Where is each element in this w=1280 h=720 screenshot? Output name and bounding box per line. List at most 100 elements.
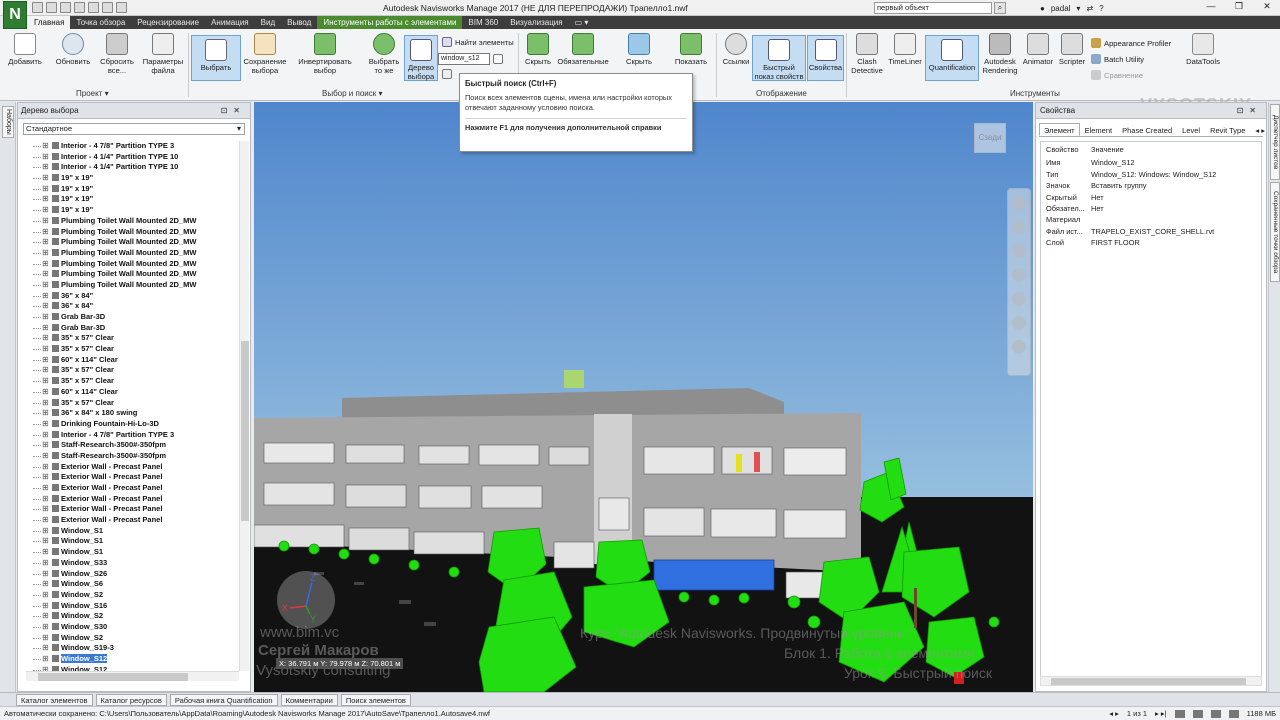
tree-item[interactable]: Window_S19-3: [26, 643, 238, 654]
redo-icon[interactable]: [102, 2, 113, 13]
links-button[interactable]: Ссылки: [719, 33, 753, 66]
tree-item[interactable]: Plumbing Toilet Wall Mounted 2D_MW: [26, 216, 238, 227]
tree-item[interactable]: Window_S26: [26, 569, 238, 580]
animator-button[interactable]: Animator: [1020, 33, 1056, 66]
tree-item[interactable]: 19" x 19": [26, 205, 238, 216]
datatools-button[interactable]: DataTools: [1183, 33, 1223, 66]
minimize-icon[interactable]: —: [1202, 1, 1220, 12]
undo-icon[interactable]: [88, 2, 99, 13]
quick-properties-button[interactable]: Быстрый показ свойств: [752, 35, 806, 81]
hide-unselected-button[interactable]: Скрыть: [620, 33, 658, 66]
tree-item[interactable]: 60" x 114" Clear: [26, 355, 238, 366]
tab-animation[interactable]: Анимация: [205, 16, 255, 29]
tree-item[interactable]: 35" x 57" Clear: [26, 344, 238, 355]
saved-viewpoints-tab[interactable]: Сохраненные точки обзора: [1270, 182, 1280, 282]
tree-item[interactable]: 36" x 84" x 180 swing: [26, 408, 238, 419]
tree-item[interactable]: Plumbing Toilet Wall Mounted 2D_MW: [26, 259, 238, 270]
tab-render[interactable]: Визуализация: [504, 16, 568, 29]
tab-item[interactable]: Элемент: [1039, 123, 1080, 136]
selection-tree-button[interactable]: Дерево выбора: [404, 35, 438, 81]
tree-item[interactable]: 60" x 114" Clear: [26, 387, 238, 398]
file-options-button[interactable]: Параметры файла: [140, 33, 186, 75]
tree-item[interactable]: Exterior Wall - Precast Panel: [26, 515, 238, 526]
sets-tab[interactable]: Наборы: [2, 106, 14, 138]
tree-item[interactable]: Exterior Wall - Precast Panel: [26, 483, 238, 494]
tree-item[interactable]: Staff-Research-3500#-350fpm: [26, 440, 238, 451]
property-row[interactable]: Тип Window_S12: Windows: Window_S12: [1041, 169, 1261, 180]
tree-item[interactable]: 36" x 84": [26, 291, 238, 302]
quick-find-input[interactable]: window_s12: [438, 53, 490, 65]
require-button[interactable]: Обязательные: [555, 33, 611, 66]
tree-horizontal-scrollbar[interactable]: [26, 671, 239, 681]
open-file-icon[interactable]: [46, 2, 57, 13]
tree-item[interactable]: Exterior Wall - Precast Panel: [26, 462, 238, 473]
walk-icon[interactable]: [1012, 316, 1026, 330]
tree-item[interactable]: Window_S33: [26, 558, 238, 569]
user-account[interactable]: ● padal ▾ ⇄ ?: [1040, 2, 1104, 14]
application-menu-button[interactable]: N: [3, 1, 27, 29]
tab-level[interactable]: Level: [1177, 123, 1205, 136]
viewcube[interactable]: Сзади: [974, 123, 1006, 153]
compare-button[interactable]: Сравнение: [1091, 70, 1143, 80]
property-row[interactable]: Материал: [1041, 214, 1261, 225]
tab-item-tools[interactable]: Инструменты работы с элементами: [317, 16, 463, 29]
tab-view[interactable]: Вид: [255, 16, 281, 29]
tab-revit-type[interactable]: Revit Type: [1205, 123, 1250, 136]
tree-item[interactable]: 35" x 57" Clear: [26, 333, 238, 344]
tree-mode-select[interactable]: Стандартное: [23, 123, 245, 135]
group-label-select-search[interactable]: Выбор и поиск ▾: [322, 89, 382, 98]
properties-button[interactable]: Свойства: [807, 35, 844, 81]
quick-find-options[interactable]: [442, 69, 452, 79]
tree-item[interactable]: Staff-Research-3500#-350fpm: [26, 451, 238, 462]
tab-find-items[interactable]: Поиск элементов: [340, 694, 411, 706]
close-icon[interactable]: ✕: [1258, 1, 1276, 12]
steering-wheel-icon[interactable]: [1012, 196, 1026, 210]
reset-all-button[interactable]: Сбросить все...: [96, 33, 138, 75]
orbit-icon[interactable]: [1012, 268, 1026, 282]
scrollbar-thumb[interactable]: [1051, 678, 1246, 685]
property-row[interactable]: Файл ист... TRAPELO_EXIST_CORE_SHELL.rvt: [1041, 226, 1261, 237]
help-search-input[interactable]: первый объект: [874, 2, 992, 14]
append-button[interactable]: Добавить: [6, 33, 44, 66]
print-icon[interactable]: [74, 2, 85, 13]
tree-item[interactable]: Window_S1: [26, 526, 238, 537]
search-icon[interactable]: ⌕: [994, 2, 1006, 14]
pin-icon[interactable]: ⊡: [221, 106, 234, 115]
tree-item[interactable]: Interior - 4 7/8" Partition TYPE 3: [26, 430, 238, 441]
tab-item-catalog[interactable]: Каталог элементов: [16, 694, 93, 706]
scripter-button[interactable]: Scripter: [1056, 33, 1088, 66]
new-file-icon[interactable]: [32, 2, 43, 13]
tree-item[interactable]: Interior - 4 7/8" Partition TYPE 3: [26, 141, 238, 152]
tab-bim360[interactable]: BIM 360: [462, 16, 504, 29]
hide-button[interactable]: Скрыть: [520, 33, 556, 66]
batch-utility-button[interactable]: Batch Utility: [1091, 54, 1144, 64]
find-items-button[interactable]: Найти элементы: [442, 37, 514, 47]
tree-item[interactable]: Grab Bar-3D: [26, 323, 238, 334]
properties-horizontal-scrollbar[interactable]: [1040, 676, 1262, 686]
scrollbar-thumb[interactable]: [38, 673, 188, 681]
refresh-button[interactable]: Обновить: [52, 33, 94, 66]
appearance-profiler-button[interactable]: Appearance Profiler: [1091, 38, 1171, 48]
ribbon-options-icon[interactable]: ▭ ▾: [569, 16, 595, 29]
tree-item[interactable]: Plumbing Toilet Wall Mounted 2D_MW: [26, 269, 238, 280]
close-icon[interactable]: ✕: [233, 106, 246, 115]
tab-viewpoint[interactable]: Точка обзора: [70, 16, 131, 29]
clash-detective-button[interactable]: Clash Detective: [848, 33, 886, 75]
tree-item[interactable]: Plumbing Toilet Wall Mounted 2D_MW: [26, 237, 238, 248]
tree-vertical-scrollbar[interactable]: [239, 141, 249, 671]
select-icon[interactable]: [116, 2, 127, 13]
pan-icon[interactable]: [1012, 220, 1026, 234]
tree-item[interactable]: Exterior Wall - Precast Panel: [26, 472, 238, 483]
tree-item[interactable]: Window_S12: [26, 654, 238, 665]
tree-item[interactable]: Window_S6: [26, 579, 238, 590]
property-row[interactable]: Имя Window_S12: [1041, 157, 1261, 168]
select-button[interactable]: Выбрать: [191, 35, 241, 81]
tree-item[interactable]: 35" x 57" Clear: [26, 398, 238, 409]
tree-item[interactable]: Window_S30: [26, 622, 238, 633]
restore-icon[interactable]: ❐: [1230, 1, 1248, 12]
tree-item[interactable]: 35" x 57" Clear: [26, 365, 238, 376]
property-row[interactable]: Обязател... Нет: [1041, 203, 1261, 214]
tab-phase-created[interactable]: Phase Created: [1117, 123, 1177, 136]
zoom-icon[interactable]: [1012, 244, 1026, 258]
tab-home[interactable]: Главная: [28, 16, 71, 29]
